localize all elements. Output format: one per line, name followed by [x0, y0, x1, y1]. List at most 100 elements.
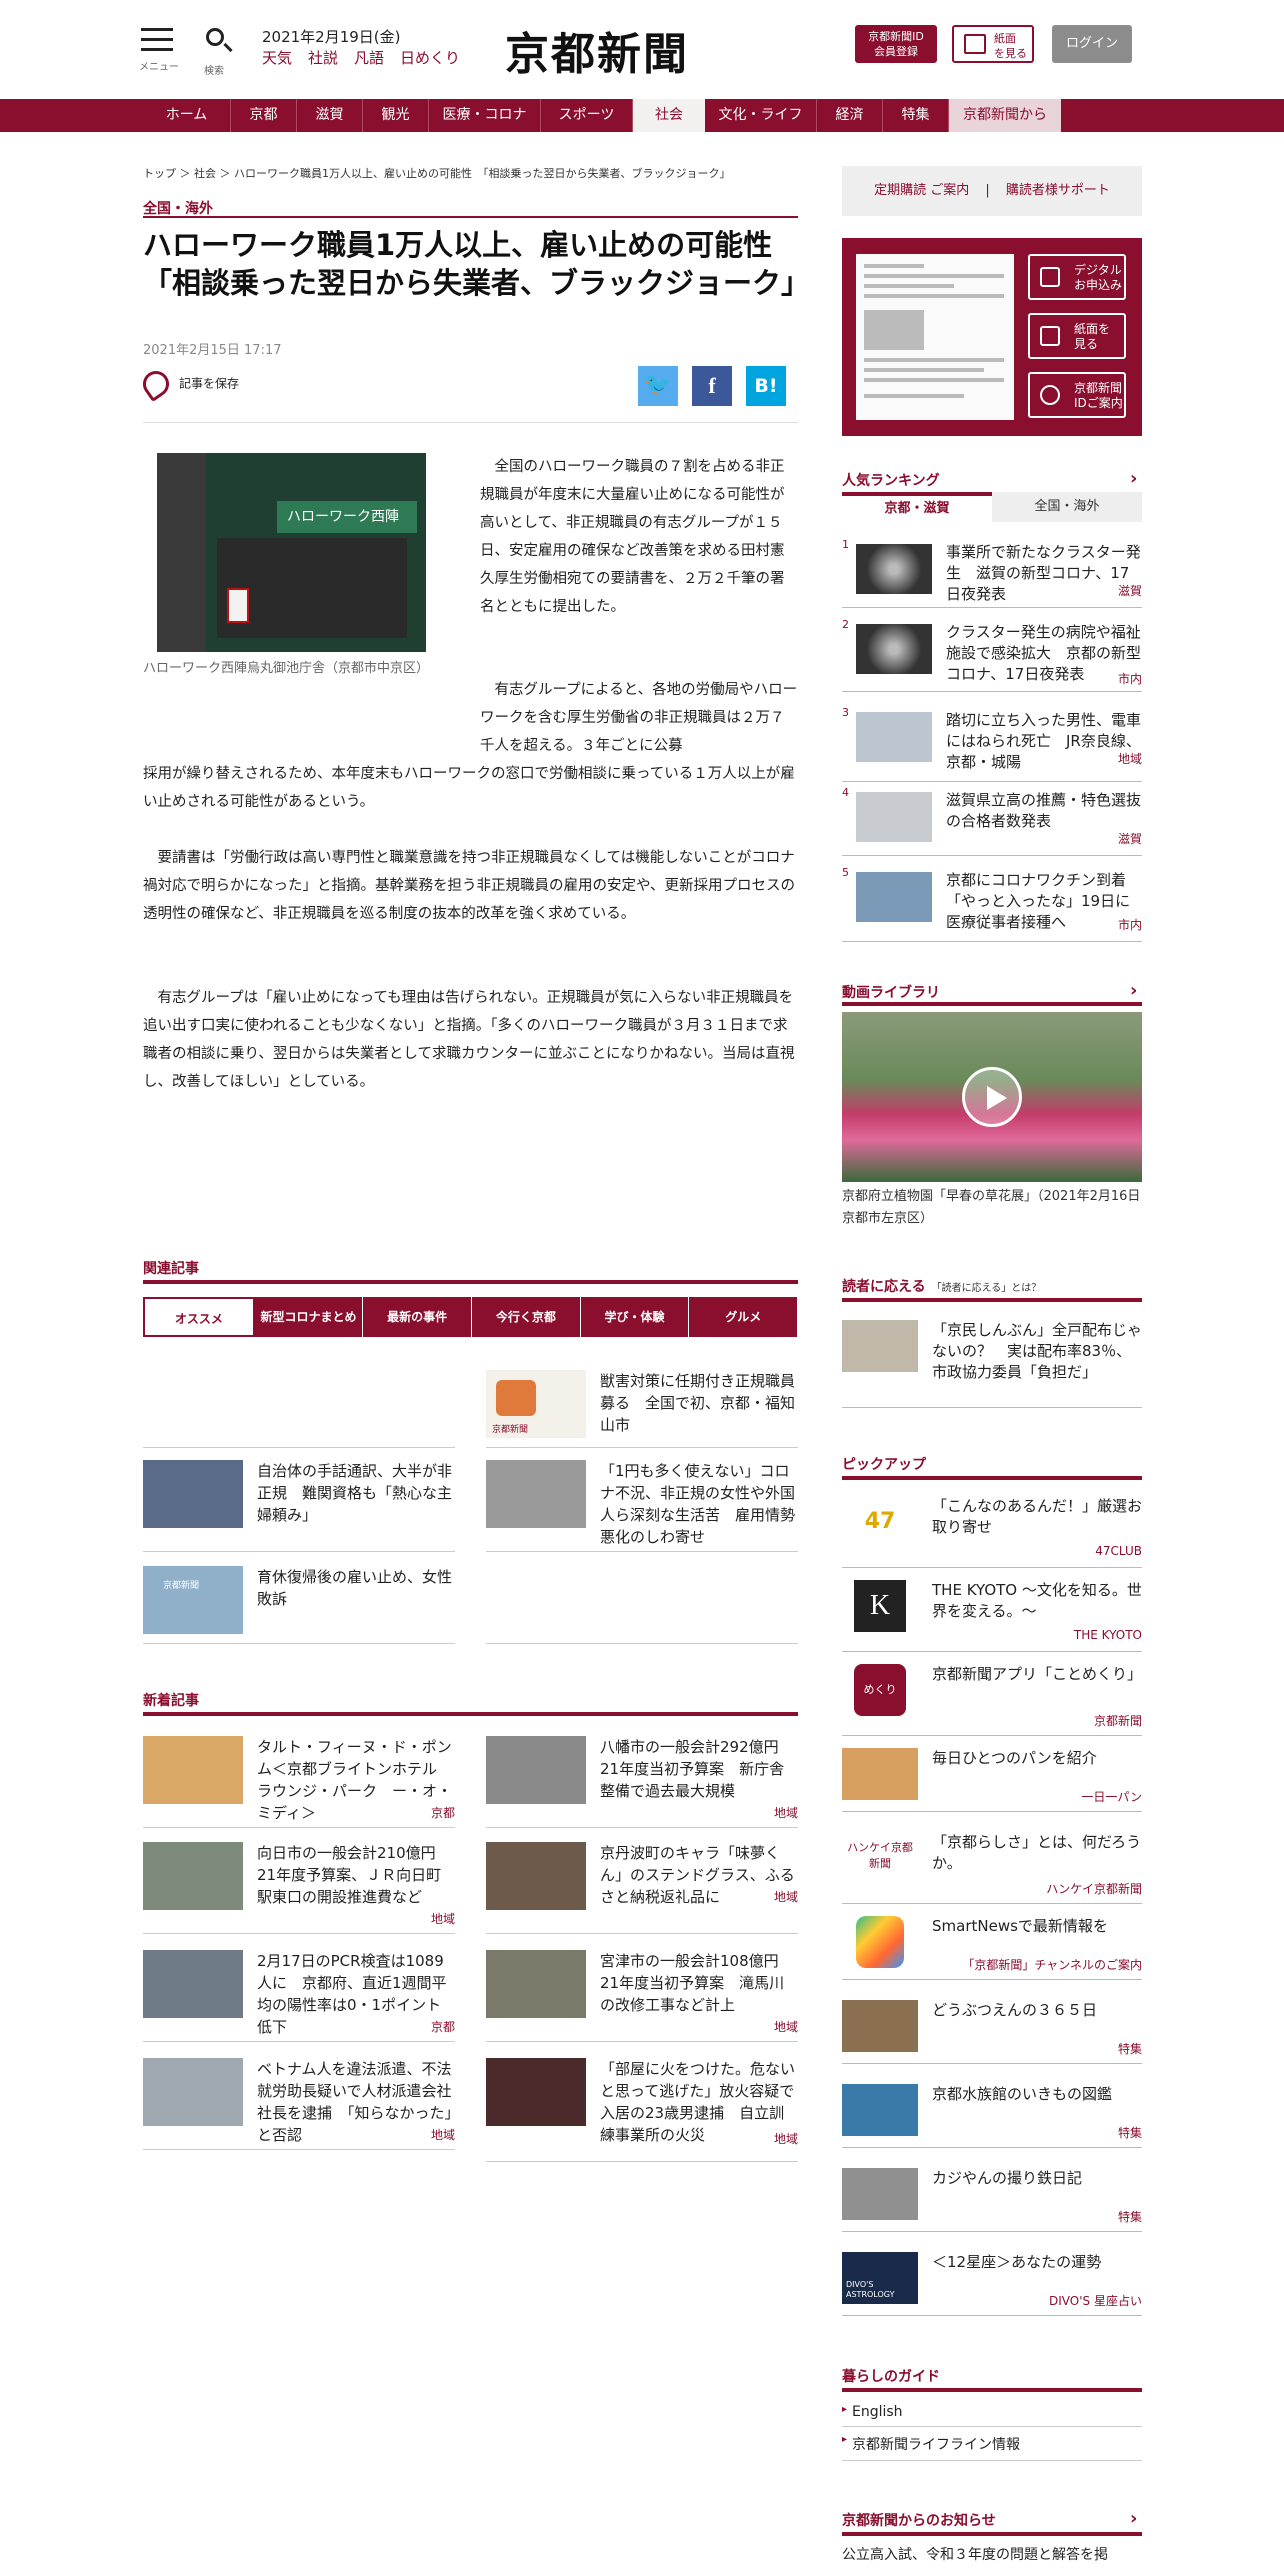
- newspaper-image[interactable]: [856, 254, 1014, 420]
- latest-item[interactable]: 2月17日のPCR検査は1089人に 京都府、直近1週間平均の陽性率は0・1ポイ…: [143, 1950, 455, 2042]
- header-link-bongo[interactable]: 凡語: [354, 49, 384, 67]
- header-link-editorial[interactable]: 社説: [308, 49, 338, 67]
- nav-special[interactable]: 特集: [883, 99, 949, 132]
- nav-shiga[interactable]: 滋賀: [297, 99, 363, 132]
- video-heading[interactable]: 動画ライブラリ: [842, 980, 1137, 1002]
- latest-item[interactable]: 「部屋に火をつけた。危ないと思って逃げた」放火容疑で入居の23歳男逮捕 自立訓練…: [486, 2058, 798, 2162]
- id-register-button[interactable]: 京都新聞ID 会員登録: [855, 25, 937, 63]
- paper-icon: [1040, 326, 1060, 346]
- ranking-item[interactable]: 4 滋賀県立高の推薦・特色選抜の合格者数発表 滋賀: [842, 786, 1142, 856]
- hatena-share-button[interactable]: B!: [746, 366, 786, 406]
- ranking-heading[interactable]: 人気ランキング: [842, 468, 1136, 490]
- latest-item[interactable]: ベトナム人を違法派遣、不法就労助長疑いで人材派遣会社社長を逮捕 「知らなかった」…: [143, 2058, 455, 2150]
- breadcrumb[interactable]: トップ ＞ 社会 ＞ ハローワーク職員1万人以上、雇い止めの可能性 「相談乗った…: [143, 165, 730, 181]
- facebook-share-button[interactable]: f: [692, 366, 732, 406]
- tab-learning[interactable]: 学び・体験: [580, 1297, 690, 1337]
- tab-gourmet[interactable]: グルメ: [689, 1297, 799, 1337]
- nav-economy[interactable]: 経済: [817, 99, 883, 132]
- view-paper-button[interactable]: 紙面 を見る: [952, 25, 1034, 63]
- video-thumbnail[interactable]: [842, 1012, 1142, 1182]
- related-thumb: 京都新聞: [486, 1370, 586, 1438]
- paper-icon: [964, 34, 986, 54]
- digital-apply-button[interactable]: デジタル お申込み: [1028, 254, 1126, 300]
- related-thumb: [486, 1460, 586, 1528]
- notice-item[interactable]: 公立高入試、令和３年度の問題と解答を掲: [842, 2544, 1142, 2564]
- ranking-item[interactable]: 2 クラスター発生の病院や福祉施設で感染拡大 京都の新型コロナ、17日夜発表 市内: [842, 618, 1142, 692]
- nav-medical[interactable]: 医療・コロナ: [429, 99, 541, 132]
- pickup-item[interactable]: DIVO'S ASTROLOGY ＜12星座＞あなたの運勢 DIVO'S 星座占い: [842, 2248, 1142, 2316]
- nav-culture[interactable]: 文化・ライフ: [705, 99, 817, 132]
- article-paragraph-2a: 有志グループによると、各地の労働局やハローワークを含む厚生労働省の非正規職員は２…: [480, 682, 798, 754]
- header-link-weather[interactable]: 天気: [262, 49, 292, 67]
- main-nav: ホーム 京都 滋賀 観光 医療・コロナ スポーツ 社会 文化・ライフ 経済 特集…: [0, 99, 1284, 132]
- pickup-item[interactable]: ハンケイ京都新聞 「京都らしさ」とは、何だろうか。 ハンケイ京都新聞: [842, 1828, 1142, 1904]
- facebook-icon: f: [708, 373, 716, 398]
- tab-kyoto-shiga[interactable]: 京都・滋賀: [842, 492, 992, 522]
- related-heading: 関連記事: [143, 1261, 199, 1277]
- tab-go-kyoto[interactable]: 今行く京都: [472, 1297, 581, 1337]
- category-divider: [143, 216, 798, 218]
- notice-heading[interactable]: 京都新聞からのお知らせ: [842, 2508, 1137, 2530]
- latest-item[interactable]: タルト・フィーヌ・ド・ポンム＜京都ブライトンホテル ラウンジ・パーク ー・オ・ミ…: [143, 1736, 455, 1828]
- latest-item[interactable]: 八幡市の一般会計292億円 21年度当初予算案 新庁舎整備で過去最大規模 地域: [486, 1736, 798, 1828]
- related-item[interactable]: 自治体の手話通訳、大半が非正規 難関資格も「熱心な主婦頼み」: [143, 1460, 455, 1552]
- tab-incidents[interactable]: 最新の事件: [363, 1297, 473, 1337]
- pickup-item[interactable]: K THE KYOTO ～文化を知る。世界を変える。～ THE KYOTO: [842, 1576, 1142, 1652]
- latest-item[interactable]: 宮津市の一般会計108億円 21年度当初予算案 滝馬川の改修工事など計上 地域: [486, 1950, 798, 2042]
- subscribe-box: 定期購読 ご案内 | 購読者様サポート: [842, 166, 1142, 216]
- id-info-button[interactable]: 京都新聞 IDご案内: [1028, 372, 1126, 418]
- pickup-item[interactable]: SmartNewsで最新情報を 「京都新聞」チャンネルのご案内: [842, 1912, 1142, 1980]
- guide-link-lifeline[interactable]: 京都新聞ライフライン情報: [842, 2428, 1142, 2461]
- header-link-himekuri[interactable]: 日めくり: [400, 49, 460, 67]
- pickup-item[interactable]: めくり 京都新聞アプリ「ことめくり」 京都新聞: [842, 1660, 1142, 1736]
- readers-about-link[interactable]: 「読者に応える」とは？: [932, 1283, 1042, 1294]
- ranking-item[interactable]: 3 踏切に立ち入った男性、電車にはねられ死亡 JR奈良線、京都・城陽 地域: [842, 706, 1142, 782]
- article-photo[interactable]: ハローワーク西陣: [157, 453, 426, 652]
- tab-corona[interactable]: 新型コロナまとめ: [254, 1297, 364, 1337]
- related-item[interactable]: 京都新聞 育休復帰後の雇い止め、女性敗訴: [143, 1566, 455, 1644]
- latest-item[interactable]: 京丹波町のキャラ「味夢くん」のステンドグラス、ふるさと納税返礼品に 地域: [486, 1842, 798, 1934]
- search-button[interactable]: 検索: [200, 26, 240, 77]
- pickup-item[interactable]: どうぶつえんの３６５日 特集: [842, 1996, 1142, 2064]
- tablet-icon: [1040, 267, 1060, 287]
- tab-national[interactable]: 全国・海外: [992, 492, 1142, 522]
- nav-from-kyoto-np[interactable]: 京都新聞から: [949, 99, 1061, 132]
- guide-heading: 暮らしのガイド: [842, 2369, 940, 2385]
- ranking-item[interactable]: 1 事業所で新たなクラスター発生 滋賀の新型コロナ、17日夜発表 滋賀: [842, 538, 1142, 608]
- nav-sports[interactable]: スポーツ: [541, 99, 633, 132]
- pickup-item[interactable]: 毎日ひとつのパンを紹介 一日一パン: [842, 1744, 1142, 1812]
- article-paragraph-4: 有志グループは「雇い止めになっても理由は告げられない。正規職員が気に入らない非正…: [143, 990, 795, 1090]
- related-item[interactable]: 京都新聞 獣害対策に任期付き正規職員募る 全国で初、京都・福知山市: [486, 1370, 798, 1448]
- search-label: 検索: [204, 66, 224, 77]
- tab-recommended[interactable]: オススメ: [143, 1297, 255, 1337]
- save-article-button[interactable]: 記事を保存: [137, 365, 239, 403]
- latest-item[interactable]: 向日市の一般会計210億円 21年度予算案、ＪＲ向日町駅東口の開設推進費など 地域: [143, 1842, 455, 1934]
- article-title: ハローワーク職員1万人以上、雇い止めの可能性 「相談乗った翌日から失業者、ブラッ…: [143, 228, 811, 300]
- article-paragraph-1: 全国のハローワーク職員の７割を占める非正規職員が年度末に大量雇い止めになる可能性…: [480, 459, 785, 615]
- nav-home[interactable]: ホーム: [143, 99, 231, 132]
- nav-kyoto[interactable]: 京都: [231, 99, 297, 132]
- login-button[interactable]: ログイン: [1052, 25, 1132, 63]
- twitter-share-button[interactable]: 🐦: [638, 366, 678, 406]
- pickup-item[interactable]: 京都水族館のいきもの図鑑 特集: [842, 2080, 1142, 2148]
- paper-promo: デジタル お申込み 紙面を 見る 京都新聞 IDご案内: [842, 238, 1142, 436]
- readers-item[interactable]: 「京民しんぶん」全戸配布じゃないの？ 実は配布率83％、市政協力委員「負担だ」: [842, 1316, 1142, 1408]
- menu-button[interactable]: メニュー: [139, 28, 179, 73]
- nav-tourism[interactable]: 観光: [363, 99, 429, 132]
- header-date: 2021年2月19日(金): [262, 28, 401, 46]
- article-category[interactable]: 全国・海外: [143, 198, 213, 218]
- related-tabs: オススメ 新型コロナまとめ 最新の事件 今行く京都 学び・体験 グルメ: [143, 1297, 799, 1337]
- ranking-item[interactable]: 5 京都にコロナワクチン到着 「やっと入ったな」19日に医療従事者接種へ 市内: [842, 866, 1142, 942]
- clip-icon: [137, 365, 175, 403]
- pickup-item[interactable]: 47 「こんなのあるんだ！」厳選お取り寄せ 47CLUB: [842, 1492, 1142, 1568]
- pickup-item[interactable]: カジやんの撮り鉄日記 特集: [842, 2164, 1142, 2232]
- subscribe-link[interactable]: 定期購読 ご案内: [874, 183, 969, 198]
- guide-link-english[interactable]: English: [842, 2398, 1142, 2427]
- related-item[interactable]: 「1円も多く使えない」コロナ不況、非正規の女性や外国人ら深刻な生活苦 雇用情勢悪…: [486, 1460, 798, 1552]
- support-link[interactable]: 購読者様サポート: [1006, 183, 1110, 198]
- view-paper-side-button[interactable]: 紙面を 見る: [1028, 313, 1126, 359]
- site-logo[interactable]: 京都新聞: [505, 18, 689, 82]
- search-icon: [206, 28, 224, 46]
- nav-society[interactable]: 社会: [633, 99, 705, 132]
- play-icon: [962, 1067, 1022, 1127]
